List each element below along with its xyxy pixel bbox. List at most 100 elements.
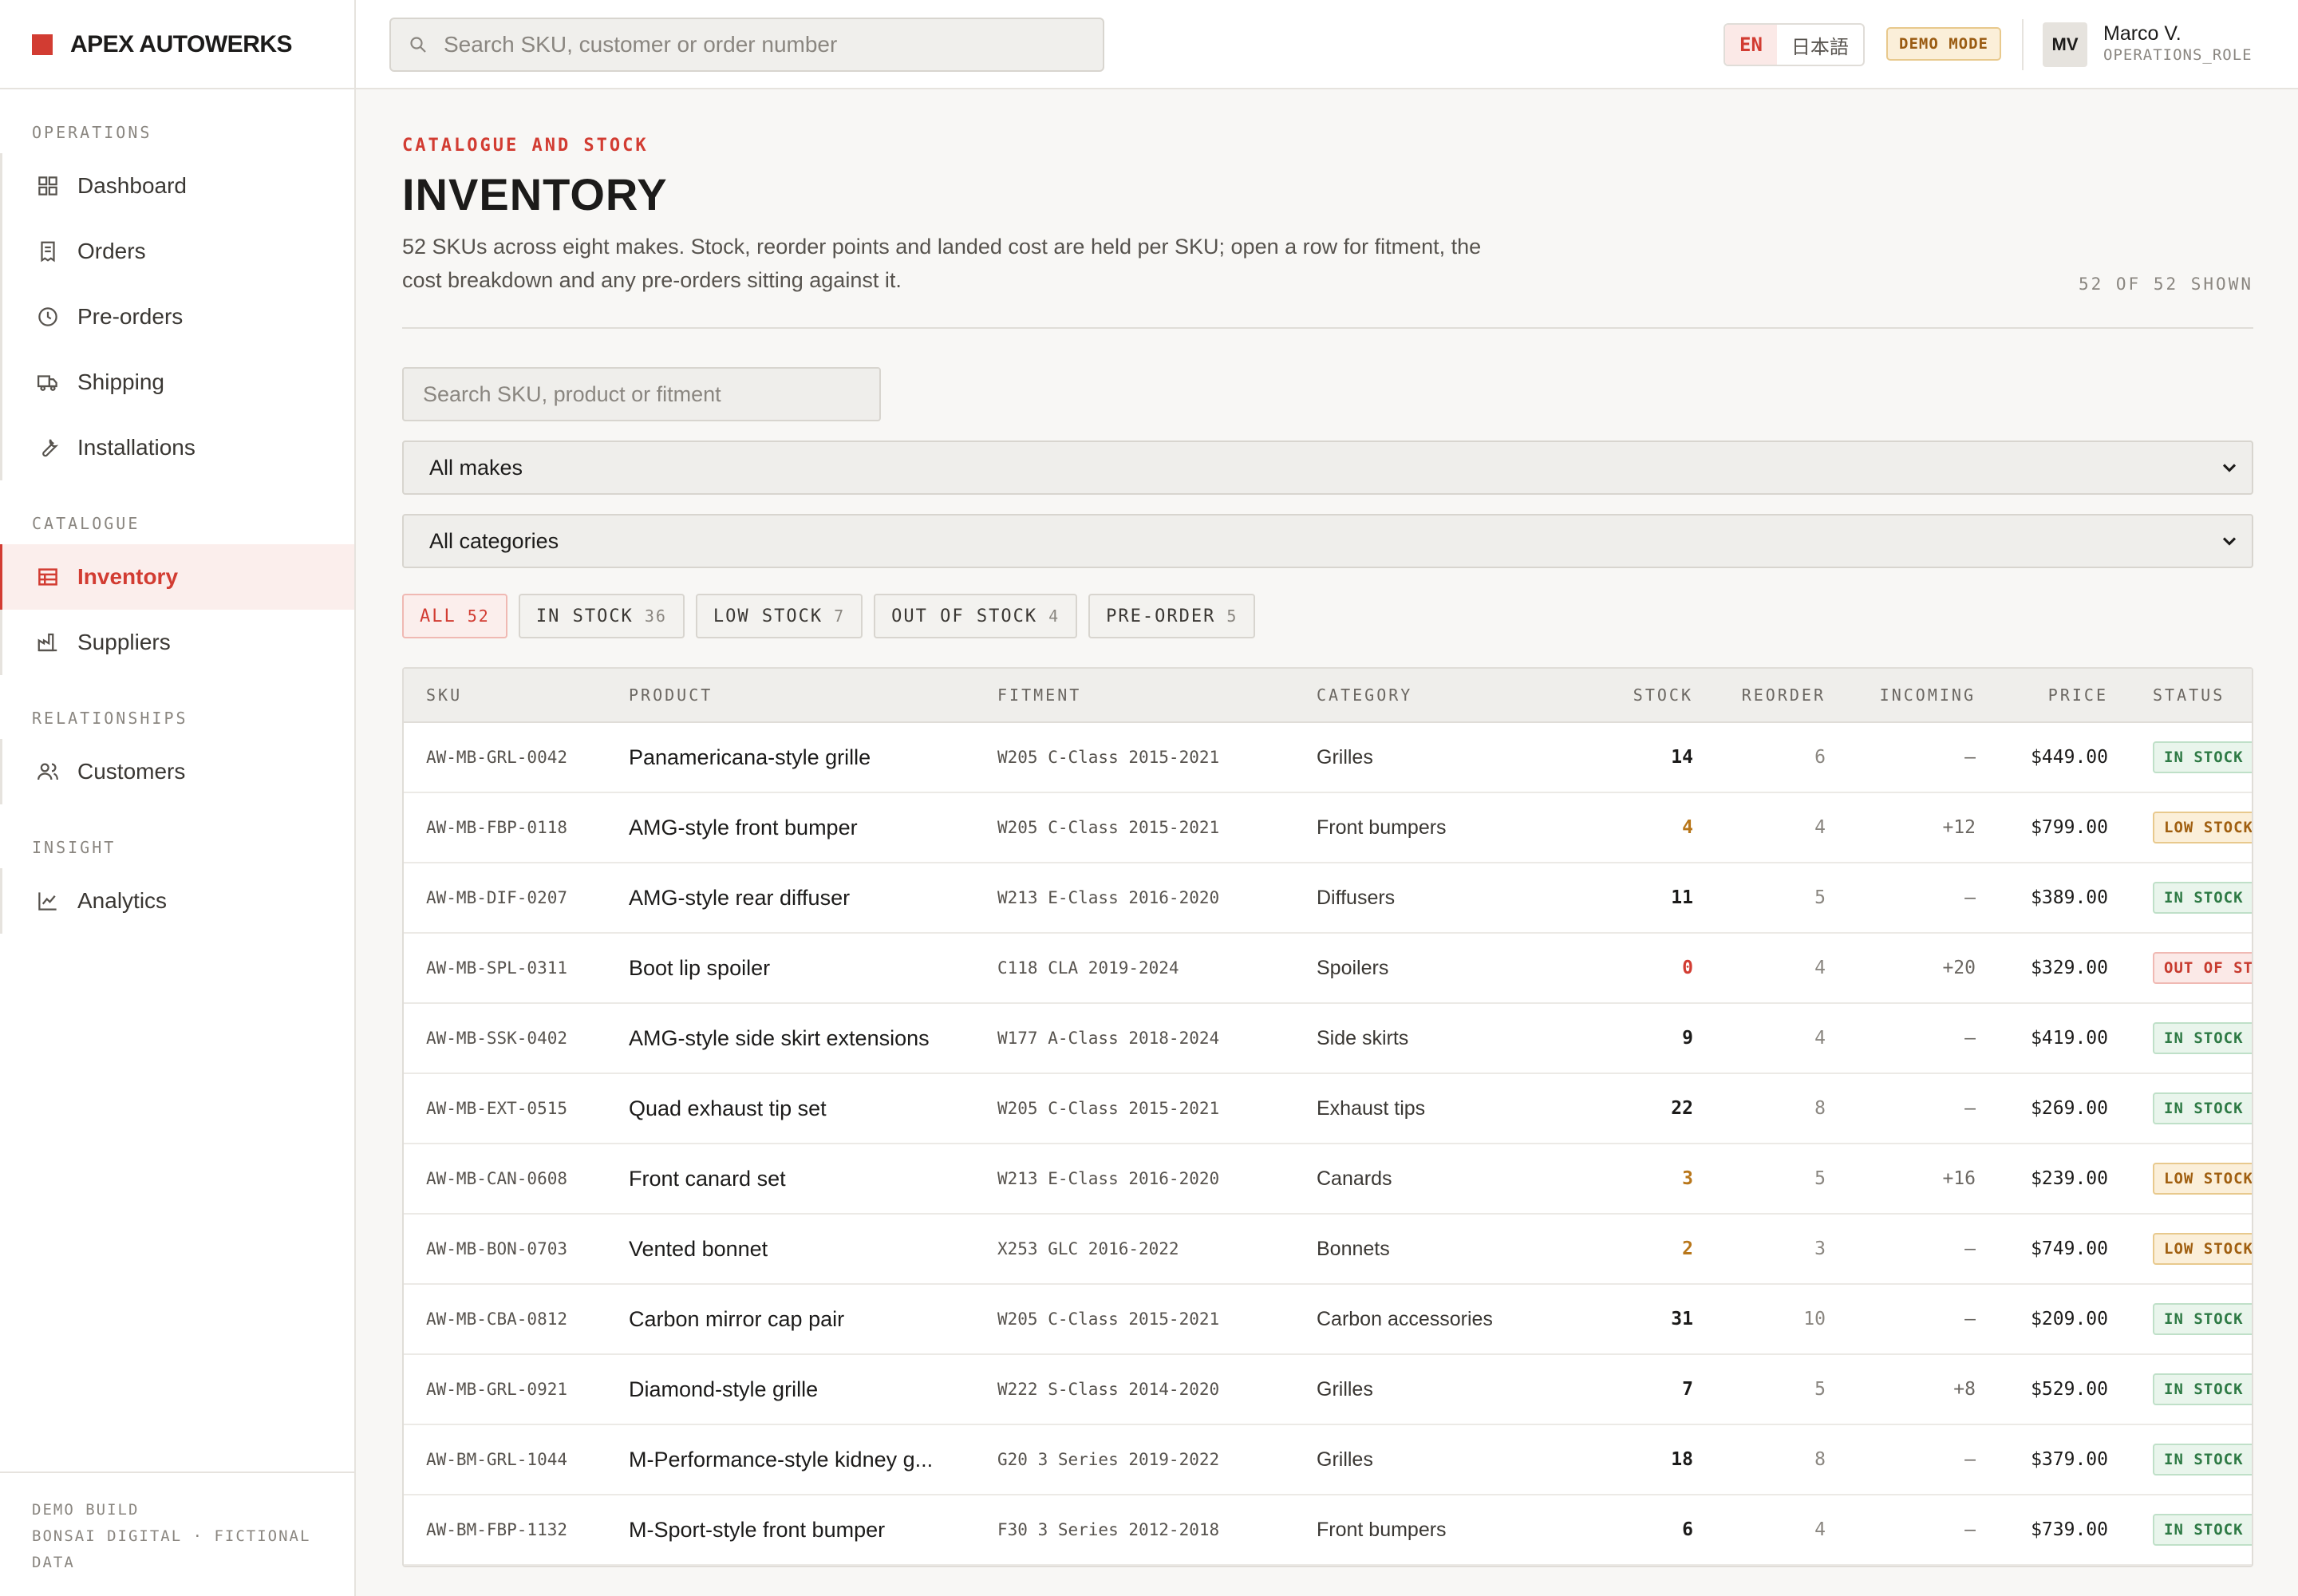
column-header-incoming[interactable]: INCOMING bbox=[1826, 685, 1976, 705]
table-row[interactable]: AW-MB-SSK-0402 AMG-style side skirt exten… bbox=[404, 1004, 2252, 1074]
cell-price: $269.00 bbox=[2031, 1098, 2108, 1119]
cell-product: Carbon mirror cap pair bbox=[629, 1306, 845, 1331]
column-header-product[interactable]: PRODUCT bbox=[606, 685, 975, 705]
status-badge: IN STOCK bbox=[2153, 1373, 2252, 1405]
make-select[interactable]: All makes bbox=[402, 440, 2253, 495]
chip-all[interactable]: ALL 52 bbox=[402, 594, 507, 638]
cell-product: Vented bonnet bbox=[629, 1236, 768, 1261]
cell-price: $329.00 bbox=[2031, 958, 2108, 978]
cell-status: LOW STOCK bbox=[2108, 812, 2252, 843]
cell-category: Grilles bbox=[1317, 1377, 1373, 1400]
column-header-status[interactable]: STATUS bbox=[2108, 685, 2252, 705]
sidebar-item-shipping[interactable]: Shipping bbox=[2, 350, 354, 415]
global-search-input[interactable] bbox=[444, 32, 1098, 57]
status-badge: IN STOCK bbox=[2153, 882, 2252, 914]
sidebar-item-label: Pre-orders bbox=[77, 304, 184, 329]
avatar[interactable]: MV bbox=[2043, 22, 2087, 67]
column-header-category[interactable]: CATEGORY bbox=[1294, 685, 1534, 705]
sidebar-item-customers[interactable]: Customers bbox=[2, 739, 354, 804]
nav-heading: INSIGHT bbox=[32, 838, 116, 857]
cell-status: LOW STOCK bbox=[2108, 1163, 2252, 1195]
cell-reorder: 10 bbox=[1803, 1309, 1826, 1329]
cell-product: Panamericana-style grille bbox=[629, 745, 871, 769]
inventory-search-input[interactable]: Search SKU, product or fitment bbox=[402, 367, 881, 421]
table-row[interactable]: AW-BM-FBP-1132 M-Sport-style front bumper… bbox=[404, 1495, 2252, 1566]
cell-incoming: — bbox=[1964, 1238, 1976, 1259]
user-role: OPERATIONS_ROLE bbox=[2103, 46, 2253, 64]
sidebar-item-orders[interactable]: Orders bbox=[2, 219, 354, 284]
status-badge: IN STOCK bbox=[2153, 1092, 2252, 1124]
cell-incoming: — bbox=[1964, 1519, 1976, 1540]
table-row[interactable]: AW-MB-SPL-0311 Boot lip spoiler C118 CLA 2… bbox=[404, 934, 2252, 1004]
cell-reorder: 4 bbox=[1814, 1519, 1826, 1540]
sidebar-item-installations[interactable]: Installations bbox=[2, 415, 354, 480]
cell-price: $739.00 bbox=[2031, 1519, 2108, 1540]
brand[interactable]: APEX AUTOWERKS bbox=[0, 0, 356, 89]
cell-price: $419.00 bbox=[2031, 1028, 2108, 1049]
table-row[interactable]: AW-MB-GRL-0042 Panamericana-style grille W… bbox=[404, 723, 2252, 793]
table-row[interactable]: AW-MB-CBA-0812 Carbon mirror cap pair W205… bbox=[404, 1285, 2252, 1355]
sidebar-item-label: Inventory bbox=[77, 564, 179, 589]
divider bbox=[402, 327, 2253, 329]
cell-incoming: +12 bbox=[1942, 817, 1976, 838]
cell-incoming: — bbox=[1964, 1449, 1976, 1470]
sidebar-item-label: Installations bbox=[77, 435, 195, 460]
column-header-price[interactable]: PRICE bbox=[1976, 685, 2108, 705]
table-row[interactable]: AW-MB-CAN-0608 Front canard set W213 E-Cla… bbox=[404, 1144, 2252, 1215]
status-badge: IN STOCK bbox=[2153, 741, 2252, 773]
cell-reorder: 5 bbox=[1814, 1168, 1826, 1189]
cell-incoming: +20 bbox=[1942, 958, 1976, 978]
chip-out-of-stock[interactable]: OUT OF STOCK 4 bbox=[874, 594, 1078, 638]
truck-icon bbox=[36, 370, 60, 394]
chip-in-stock[interactable]: IN STOCK 36 bbox=[518, 594, 685, 638]
cell-incoming: +16 bbox=[1942, 1168, 1976, 1189]
cell-incoming: — bbox=[1964, 887, 1976, 908]
chip-low-stock[interactable]: LOW STOCK 7 bbox=[695, 594, 863, 638]
table-row[interactable]: AW-BM-GRL-1044 M-Performance-style kidney… bbox=[404, 1425, 2252, 1495]
cell-stock: 0 bbox=[1682, 958, 1693, 978]
column-header-stock[interactable]: STOCK bbox=[1534, 685, 1693, 705]
cell-sku: AW-MB-FBP-0118 bbox=[426, 818, 568, 837]
cell-fitment: C118 CLA 2019-2024 bbox=[997, 958, 1179, 978]
lang-ja-button[interactable]: 日本語 bbox=[1777, 25, 1863, 65]
cell-category: Spoilers bbox=[1317, 956, 1389, 979]
status-badge: IN STOCK bbox=[2153, 1444, 2252, 1476]
table-row[interactable]: AW-MB-EXT-0515 Quad exhaust tip set W205 C… bbox=[404, 1074, 2252, 1144]
cell-price: $749.00 bbox=[2031, 1238, 2108, 1259]
nav-section-insight: INSIGHT Analytics bbox=[0, 838, 354, 934]
cell-fitment: W213 E-Class 2016-2020 bbox=[997, 888, 1220, 907]
table-row[interactable]: AW-MB-DIF-0207 AMG-style rear diffuser W21… bbox=[404, 863, 2252, 934]
cell-sku: AW-MB-GRL-0921 bbox=[426, 1380, 568, 1399]
cell-status: OUT OF STOCK bbox=[2108, 952, 2252, 984]
sidebar-item-label: Dashboard bbox=[77, 173, 187, 198]
status-badge: LOW STOCK bbox=[2153, 1233, 2252, 1265]
cell-reorder: 8 bbox=[1814, 1098, 1826, 1119]
sidebar-item-pre-orders[interactable]: Pre-orders bbox=[2, 284, 354, 350]
sidebar-item-inventory[interactable]: Inventory bbox=[0, 544, 354, 610]
sidebar-item-suppliers[interactable]: Suppliers bbox=[2, 610, 354, 675]
cell-category: Side skirts bbox=[1317, 1026, 1409, 1049]
cell-fitment: F30 3 Series 2012-2018 bbox=[997, 1520, 1220, 1539]
cell-status: IN STOCK bbox=[2108, 882, 2252, 914]
table-row[interactable]: AW-MB-GRL-0921 Diamond-style grille W222 S… bbox=[404, 1355, 2252, 1425]
chip-count: 7 bbox=[834, 606, 846, 626]
column-header-reorder[interactable]: REORDER bbox=[1693, 685, 1826, 705]
cell-reorder: 4 bbox=[1814, 817, 1826, 838]
category-select[interactable]: All categories bbox=[402, 514, 2253, 568]
cell-price: $449.00 bbox=[2031, 747, 2108, 768]
chip-pre-order[interactable]: PRE-ORDER 5 bbox=[1088, 594, 1256, 638]
cell-price: $239.00 bbox=[2031, 1168, 2108, 1189]
sidebar-item-analytics[interactable]: Analytics bbox=[2, 868, 354, 934]
lang-en-button[interactable]: EN bbox=[1725, 25, 1777, 65]
global-search[interactable] bbox=[389, 18, 1104, 72]
column-header-fitment[interactable]: FITMENT bbox=[975, 685, 1294, 705]
sidebar-item-dashboard[interactable]: Dashboard bbox=[2, 153, 354, 219]
language-switch: EN 日本語 bbox=[1724, 23, 1865, 66]
chip-label: OUT OF STOCK bbox=[891, 606, 1038, 626]
sidebar: OPERATIONS Dashboard Orders Pre-orders S… bbox=[0, 89, 356, 1596]
cell-category: Canards bbox=[1317, 1167, 1392, 1190]
table-row[interactable]: AW-MB-FBP-0118 AMG-style front bumper W205… bbox=[404, 793, 2252, 863]
column-header-sku[interactable]: SKU bbox=[404, 685, 606, 705]
cell-stock: 11 bbox=[1671, 887, 1693, 908]
table-row[interactable]: AW-MB-BON-0703 Vented bonnet X253 GLC 2016… bbox=[404, 1215, 2252, 1285]
